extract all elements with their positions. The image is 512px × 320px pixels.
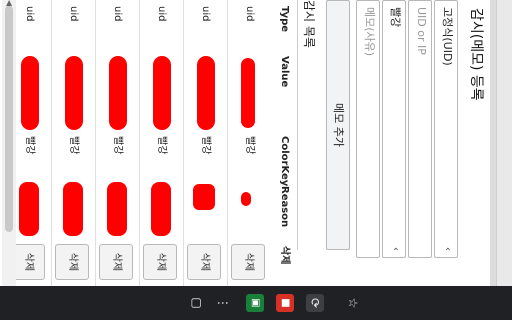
redaction-mark [19, 182, 39, 236]
redaction-mark [21, 56, 39, 130]
cell-reason [183, 180, 227, 240]
fixed-uid-select[interactable]: 고정식(UID) ‹ [434, 0, 458, 258]
delete-cell: 삭제 [51, 240, 95, 288]
delete-button[interactable]: 삭제 [143, 244, 177, 280]
cell-type: uid [95, 0, 139, 50]
cell-reason [95, 180, 139, 240]
sidepanel-icon[interactable]: ▢ [188, 294, 206, 312]
cell-type: uid [51, 0, 95, 50]
delete-button[interactable]: 삭제 [187, 244, 221, 280]
cell-type: uid [183, 0, 227, 50]
header-colorkey: ColorKey [279, 136, 290, 187]
cell-colorkey: 빨강 [95, 130, 139, 180]
cell-type: uid [139, 0, 183, 50]
browser-top-edge [496, 0, 512, 320]
header-reason: Reason [279, 186, 290, 228]
table-body: uid 빨강 삭제 uid 빨강 삭제 uid 빨강 삭제 uid 빨강 삭제 … [0, 0, 271, 288]
cell-reason [51, 180, 95, 240]
cell-type: uid [227, 0, 271, 50]
more-icon[interactable]: ⋮ [214, 294, 232, 312]
redaction-mark [241, 58, 255, 128]
watch-list-table: Type Value ColorKey Reason 삭제 uid 빨강 삭제 … [0, 0, 298, 288]
star-icon[interactable]: ☆ [344, 294, 362, 312]
cell-value [183, 50, 227, 130]
delete-button[interactable]: 삭제 [231, 244, 265, 280]
chevron-down-icon: ‹ [442, 247, 453, 251]
chevron-down-icon: ‹ [390, 247, 401, 251]
cell-colorkey: 빨강 [139, 130, 183, 180]
redaction-mark [197, 56, 215, 130]
sync-icon[interactable]: ⟳ [306, 294, 324, 312]
cell-value [95, 50, 139, 130]
browser-side-toolbar: ☆ ⟳ ■ ▣ ⋮ ▢ [0, 286, 512, 320]
redaction-mark [107, 182, 127, 236]
header-value: Value [279, 56, 290, 88]
delete-cell: 삭제 [139, 240, 183, 288]
cell-colorkey: 빨강 [227, 130, 271, 180]
redaction-mark [153, 56, 171, 130]
memo-reason-input[interactable]: 메모(사유) [356, 0, 380, 258]
add-memo-button[interactable]: 메모 추가 [326, 0, 350, 250]
fixed-uid-label: 고정식(UID) [441, 7, 454, 66]
redaction-mark [151, 182, 171, 236]
cell-reason [227, 180, 271, 240]
cell-value [51, 50, 95, 130]
cell-reason [139, 180, 183, 240]
rotated-page: 감시(메모) 등록 고정식(UID) ‹ UID or IP 빨강 ‹ 메모(사… [0, 0, 512, 320]
delete-cell: 삭제 [95, 240, 139, 288]
color-select[interactable]: 빨강 ‹ [382, 0, 406, 258]
color-select-value: 빨강 [389, 7, 402, 28]
extension-icon[interactable]: ■ [276, 294, 294, 312]
redaction-mark [241, 192, 251, 206]
redaction-mark [65, 56, 83, 130]
scrollbar-thumb[interactable] [5, 6, 13, 232]
delete-button[interactable]: 삭제 [99, 244, 133, 280]
header-type: Type [279, 6, 290, 33]
uid-ip-input[interactable]: UID or IP [408, 0, 432, 258]
redaction-mark [193, 184, 215, 210]
delete-cell: 삭제 [183, 240, 227, 288]
extension-icon[interactable]: ▣ [246, 294, 264, 312]
cell-colorkey: 빨강 [183, 130, 227, 180]
cell-value [227, 50, 271, 130]
delete-cell: 삭제 [227, 240, 271, 288]
delete-button[interactable]: 삭제 [55, 244, 89, 280]
horizontal-scrollbar[interactable]: ◀ [2, 0, 16, 286]
redaction-mark [63, 182, 83, 236]
redaction-mark [109, 56, 127, 130]
cell-colorkey: 빨강 [51, 130, 95, 180]
browser-bar [490, 0, 496, 320]
cell-value [139, 50, 183, 130]
delete-button[interactable]: 삭제 [11, 244, 45, 280]
memo-form: 고정식(UID) ‹ UID or IP 빨강 ‹ 메모(사유) 메모 추가 감… [0, 0, 490, 288]
watch-list-title: 감시 목록 [302, 0, 316, 48]
